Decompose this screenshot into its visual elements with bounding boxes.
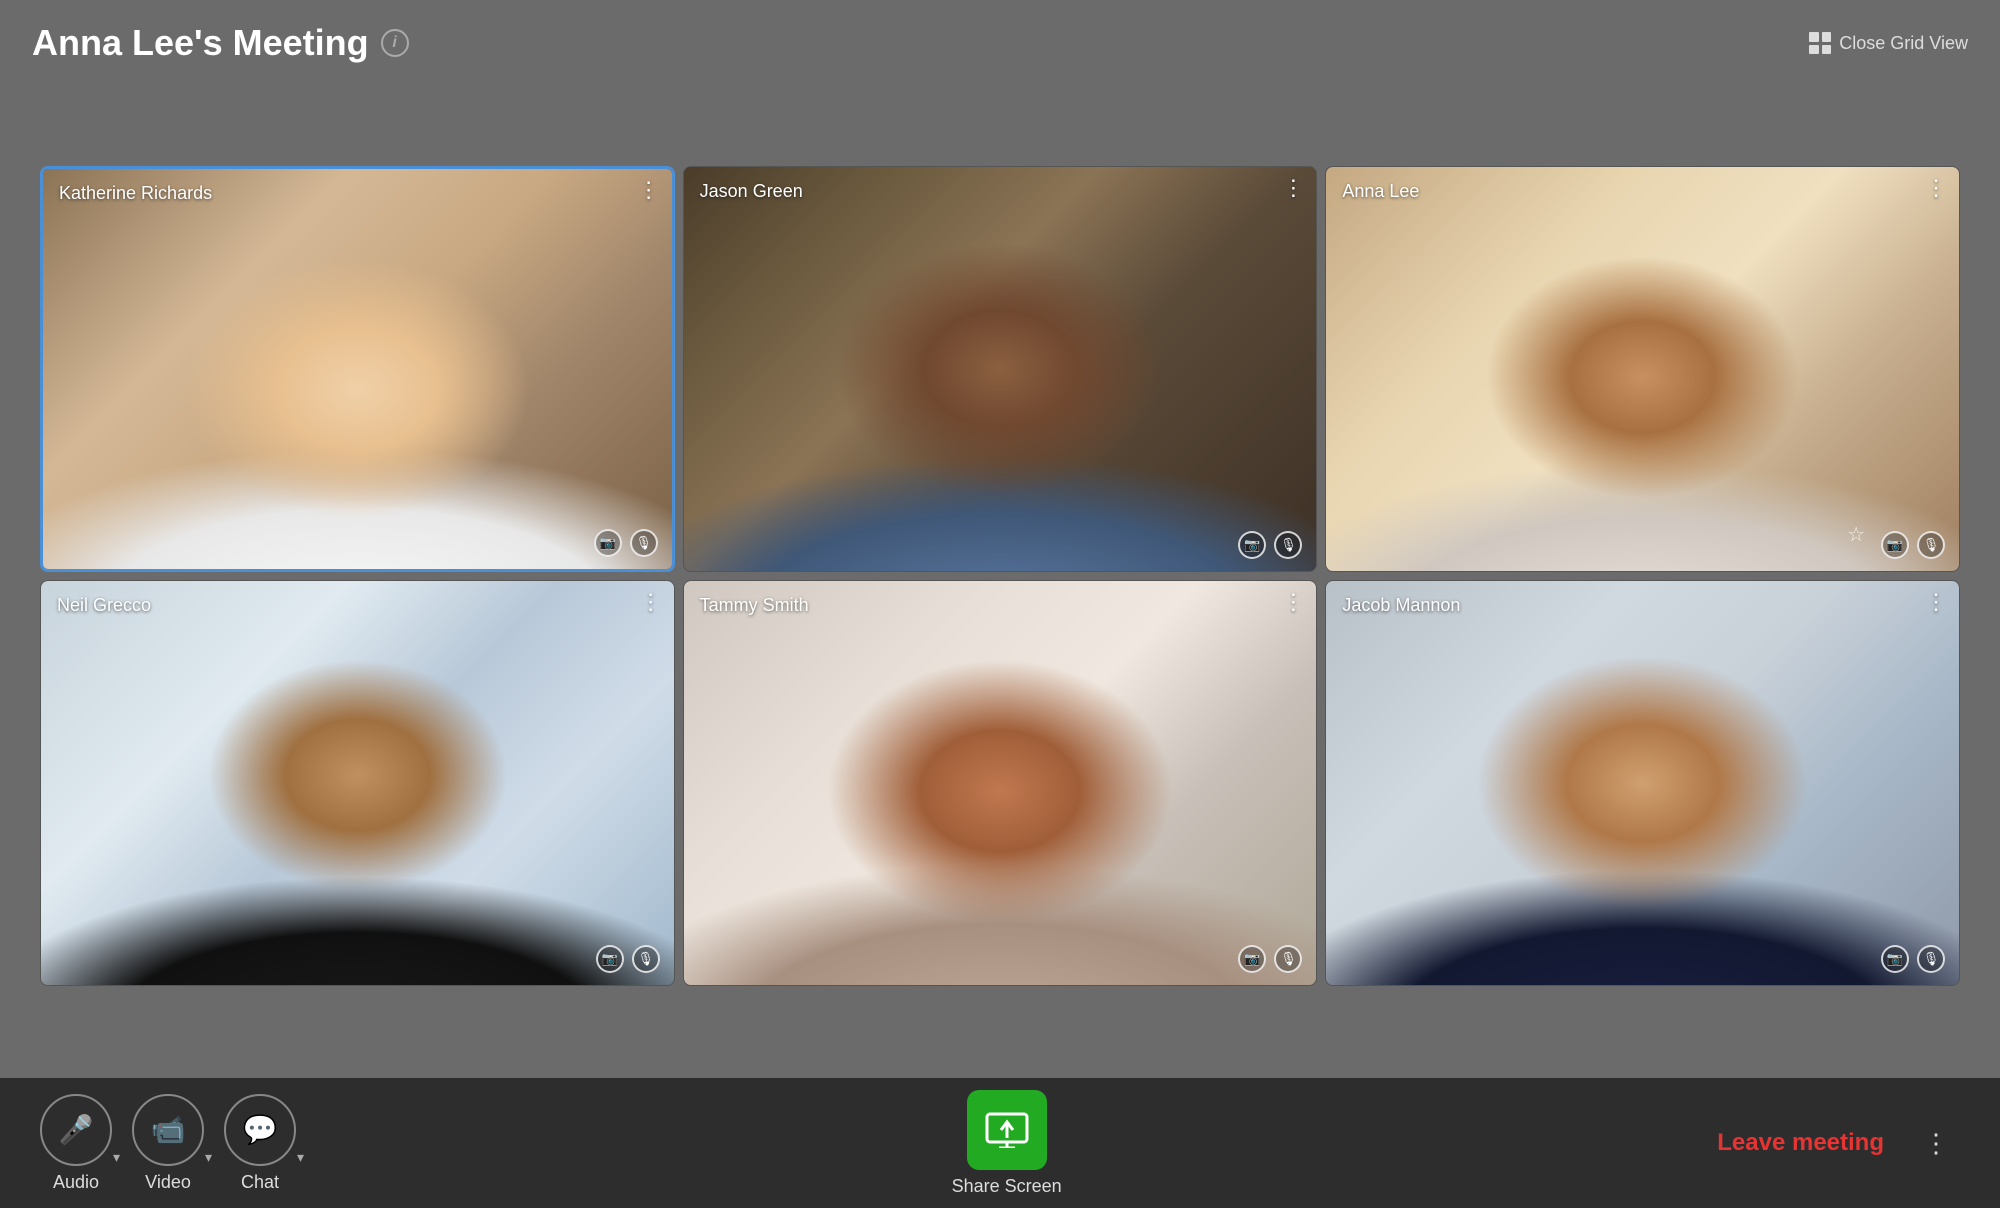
camera-toolbar-icon: 📹 — [151, 1113, 186, 1146]
share-screen-label: Share Screen — [952, 1176, 1062, 1197]
avatar-anna — [1326, 167, 1959, 571]
tile-menu-katherine[interactable]: ⋮ — [638, 179, 660, 201]
participant-tile-jason[interactable]: Jason Green ⋮ 📷 🎙 — [683, 166, 1318, 572]
main-content: Katherine Richards ⋮ 📷 🎙 Jason Green ⋮ 📷… — [0, 74, 2000, 1078]
participant-name-katherine: Katherine Richards — [59, 183, 212, 204]
mic-icon-tammy: 🎙 — [1274, 945, 1302, 973]
participant-tile-anna[interactable]: Anna Lee ⋮ ☆ 📷 🎙 — [1325, 166, 1960, 572]
info-icon[interactable]: i — [381, 29, 409, 57]
toolbar: 🎤 ▾ Audio 📹 ▾ Video 💬 ▾ Chat — [0, 1078, 2000, 1208]
avatar-neil — [41, 581, 674, 985]
participant-tile-katherine[interactable]: Katherine Richards ⋮ 📷 🎙 — [40, 166, 675, 572]
video-chevron-icon: ▾ — [205, 1149, 212, 1166]
video-label: Video — [145, 1172, 191, 1193]
participant-name-jason: Jason Green — [700, 181, 803, 202]
mic-icon-katherine: 🎙 — [630, 529, 658, 557]
header: Anna Lee's Meeting i Close Grid View — [0, 0, 2000, 74]
mic-icon-anna: 🎙 — [1917, 531, 1945, 559]
mic-icon-jason: 🎙 — [1274, 531, 1302, 559]
chat-label: Chat — [241, 1172, 279, 1193]
video-button[interactable]: 📹 ▾ Video — [132, 1094, 204, 1193]
chat-toolbar-icon: 💬 — [243, 1113, 278, 1146]
video-icon-neil: 📷 — [596, 945, 624, 973]
tile-menu-tammy[interactable]: ⋮ — [1282, 591, 1304, 613]
avatar-jason — [684, 167, 1317, 571]
mic-icon-jacob: 🎙 — [1917, 945, 1945, 973]
participant-tile-tammy[interactable]: Tammy Smith ⋮ 📷 🎙 — [683, 580, 1318, 986]
participant-tile-jacob[interactable]: Jacob Mannon ⋮ 📷 🎙 — [1325, 580, 1960, 986]
participant-name-neil: Neil Grecco — [57, 595, 151, 616]
more-options-button[interactable]: ⋮ — [1912, 1119, 1960, 1167]
audio-button[interactable]: 🎤 ▾ Audio — [40, 1094, 112, 1193]
tile-controls-tammy: 📷 🎙 — [1238, 945, 1302, 973]
star-icon-anna[interactable]: ☆ — [1847, 522, 1865, 547]
mic-toolbar-icon: 🎤 — [59, 1113, 94, 1146]
meeting-title: Anna Lee's Meeting — [32, 22, 369, 64]
video-grid: Katherine Richards ⋮ 📷 🎙 Jason Green ⋮ 📷… — [40, 166, 1960, 986]
close-grid-button[interactable]: Close Grid View — [1809, 32, 1968, 54]
video-icon-katherine: 📷 — [594, 529, 622, 557]
avatar-katherine — [43, 169, 672, 569]
tile-controls-anna: ☆ 📷 🎙 — [1881, 531, 1945, 559]
participant-tile-neil[interactable]: Neil Grecco ⋮ 📷 🎙 — [40, 580, 675, 986]
video-icon-tammy: 📷 — [1238, 945, 1266, 973]
audio-button-circle: 🎤 ▾ — [40, 1094, 112, 1166]
tile-controls-jacob: 📷 🎙 — [1881, 945, 1945, 973]
mic-icon-neil: 🎙 — [632, 945, 660, 973]
video-icon-jason: 📷 — [1238, 531, 1266, 559]
video-button-circle: 📹 ▾ — [132, 1094, 204, 1166]
tile-menu-neil[interactable]: ⋮ — [640, 591, 662, 613]
avatar-jacob — [1326, 581, 1959, 985]
participant-name-jacob: Jacob Mannon — [1342, 595, 1460, 616]
avatar-tammy — [684, 581, 1317, 985]
tile-menu-anna[interactable]: ⋮ — [1925, 177, 1947, 199]
audio-chevron-icon: ▾ — [113, 1149, 120, 1166]
tile-menu-jacob[interactable]: ⋮ — [1925, 591, 1947, 613]
header-left: Anna Lee's Meeting i — [32, 22, 409, 64]
video-icon-jacob: 📷 — [1881, 945, 1909, 973]
share-screen-icon — [985, 1112, 1029, 1148]
tile-controls-jason: 📷 🎙 — [1238, 531, 1302, 559]
share-screen-button[interactable] — [967, 1090, 1047, 1170]
toolbar-right: Leave meeting ⋮ — [1717, 1119, 1960, 1167]
participant-name-anna: Anna Lee — [1342, 181, 1419, 202]
toolbar-center: Share Screen — [952, 1090, 1062, 1197]
chat-button-circle: 💬 ▾ — [224, 1094, 296, 1166]
chat-button[interactable]: 💬 ▾ Chat — [224, 1094, 296, 1193]
chat-chevron-icon: ▾ — [297, 1149, 304, 1166]
tile-controls-neil: 📷 🎙 — [596, 945, 660, 973]
tile-menu-jason[interactable]: ⋮ — [1282, 177, 1304, 199]
close-grid-label: Close Grid View — [1839, 33, 1968, 54]
info-icon-text: i — [392, 34, 396, 52]
audio-label: Audio — [53, 1172, 99, 1193]
participant-name-tammy: Tammy Smith — [700, 595, 809, 616]
grid-view-icon — [1809, 32, 1831, 54]
tile-controls-katherine: 📷 🎙 — [594, 529, 658, 557]
video-icon-anna: 📷 — [1881, 531, 1909, 559]
toolbar-left: 🎤 ▾ Audio 📹 ▾ Video 💬 ▾ Chat — [40, 1094, 296, 1193]
leave-meeting-button[interactable]: Leave meeting — [1717, 1129, 1884, 1157]
